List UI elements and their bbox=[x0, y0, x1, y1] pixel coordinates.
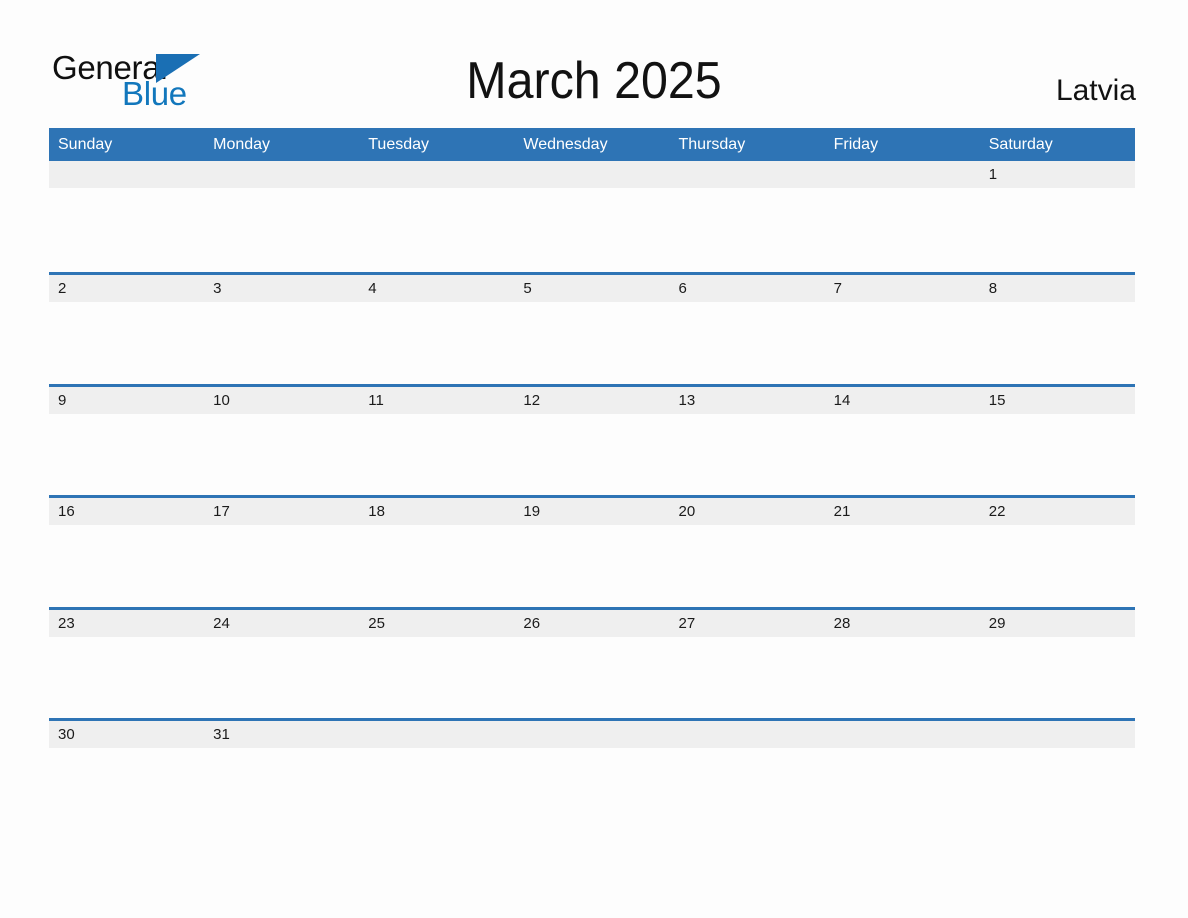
day-cell[interactable]: 18 bbox=[359, 498, 514, 525]
day-cell[interactable]: 4 bbox=[359, 275, 514, 302]
date-band: 16 17 18 19 20 21 22 bbox=[49, 498, 1135, 526]
day-cell[interactable] bbox=[514, 721, 669, 748]
day-cell[interactable]: 13 bbox=[670, 387, 825, 414]
day-cell[interactable] bbox=[670, 721, 825, 748]
day-cell[interactable]: 16 bbox=[49, 498, 204, 525]
weekday-header-tuesday: Tuesday bbox=[368, 136, 430, 153]
week-content-area[interactable] bbox=[49, 637, 1135, 718]
day-cell[interactable]: 7 bbox=[825, 275, 980, 302]
calendar-page: General Blue March 2025 Latvia Sunday Mo… bbox=[0, 0, 1188, 918]
day-cell[interactable]: 21 bbox=[825, 498, 980, 525]
day-cell[interactable] bbox=[204, 161, 359, 188]
week-content-area[interactable] bbox=[49, 525, 1135, 606]
day-cell[interactable]: 8 bbox=[980, 275, 1135, 302]
day-cell[interactable]: 17 bbox=[204, 498, 359, 525]
page-title: March 2025 bbox=[466, 52, 722, 110]
day-cell[interactable]: 26 bbox=[514, 610, 669, 637]
day-cell[interactable] bbox=[49, 161, 204, 188]
weekday-header-friday: Friday bbox=[833, 136, 879, 153]
weekday-header-wednesday: Wednesday bbox=[523, 136, 608, 153]
day-cell[interactable]: 27 bbox=[670, 610, 825, 637]
day-cell[interactable]: 14 bbox=[825, 387, 980, 414]
date-band: 2 3 4 5 6 7 8 bbox=[49, 275, 1135, 303]
week-row: 1 bbox=[49, 161, 1135, 272]
week-content-area[interactable] bbox=[49, 302, 1135, 383]
day-cell[interactable]: 24 bbox=[204, 610, 359, 637]
week-row: 23 24 25 26 27 28 29 bbox=[49, 606, 1135, 718]
day-cell[interactable]: 28 bbox=[825, 610, 980, 637]
day-cell[interactable]: 25 bbox=[359, 610, 514, 637]
day-cell[interactable]: 29 bbox=[980, 610, 1135, 637]
day-cell[interactable]: 5 bbox=[514, 275, 669, 302]
day-cell[interactable]: 12 bbox=[514, 387, 669, 414]
day-cell[interactable]: 23 bbox=[49, 610, 204, 637]
week-row: 9 10 11 12 13 14 15 bbox=[49, 383, 1135, 495]
day-cell[interactable] bbox=[359, 161, 514, 188]
calendar-grid: Sunday Monday Tuesday Wednesday Thursday… bbox=[49, 128, 1135, 829]
day-cell[interactable] bbox=[514, 161, 669, 188]
day-cell[interactable] bbox=[980, 721, 1135, 748]
weekday-header-thursday: Thursday bbox=[678, 136, 746, 153]
day-cell[interactable] bbox=[825, 721, 980, 748]
day-cell[interactable]: 20 bbox=[670, 498, 825, 525]
week-row: 30 31 bbox=[49, 717, 1135, 829]
day-cell[interactable] bbox=[825, 161, 980, 188]
week-content-area[interactable] bbox=[49, 414, 1135, 495]
day-cell[interactable]: 3 bbox=[204, 275, 359, 302]
day-cell[interactable] bbox=[359, 721, 514, 748]
day-cell[interactable]: 22 bbox=[980, 498, 1135, 525]
day-cell[interactable]: 2 bbox=[49, 275, 204, 302]
weekday-header-sunday: Sunday bbox=[58, 136, 113, 153]
page-header: General Blue March 2025 Latvia bbox=[0, 0, 1188, 128]
day-cell[interactable]: 19 bbox=[514, 498, 669, 525]
week-content-area[interactable] bbox=[49, 188, 1135, 269]
date-band: 30 31 bbox=[49, 720, 1135, 748]
weekday-header-row: Sunday Monday Tuesday Wednesday Thursday… bbox=[49, 128, 1135, 161]
week-row: 16 17 18 19 20 21 22 bbox=[49, 495, 1135, 606]
day-cell[interactable]: 15 bbox=[980, 387, 1135, 414]
day-cell[interactable]: 11 bbox=[359, 387, 514, 414]
day-cell[interactable]: 31 bbox=[204, 721, 359, 748]
day-cell[interactable]: 1 bbox=[980, 161, 1135, 188]
day-cell[interactable]: 30 bbox=[49, 721, 204, 748]
week-row: 2 3 4 5 6 7 8 bbox=[49, 272, 1135, 383]
weekday-header-saturday: Saturday bbox=[988, 136, 1053, 153]
date-band: 1 bbox=[49, 161, 1135, 188]
date-band: 9 10 11 12 13 14 15 bbox=[49, 386, 1135, 414]
day-cell[interactable]: 10 bbox=[204, 387, 359, 414]
country-label: Latvia bbox=[1055, 74, 1136, 107]
day-cell[interactable] bbox=[670, 161, 825, 188]
date-band: 23 24 25 26 27 28 29 bbox=[49, 609, 1135, 637]
week-content-area[interactable] bbox=[49, 748, 1135, 829]
weekday-header-monday: Monday bbox=[213, 136, 271, 153]
day-cell[interactable]: 6 bbox=[670, 275, 825, 302]
day-cell[interactable]: 9 bbox=[49, 387, 204, 414]
